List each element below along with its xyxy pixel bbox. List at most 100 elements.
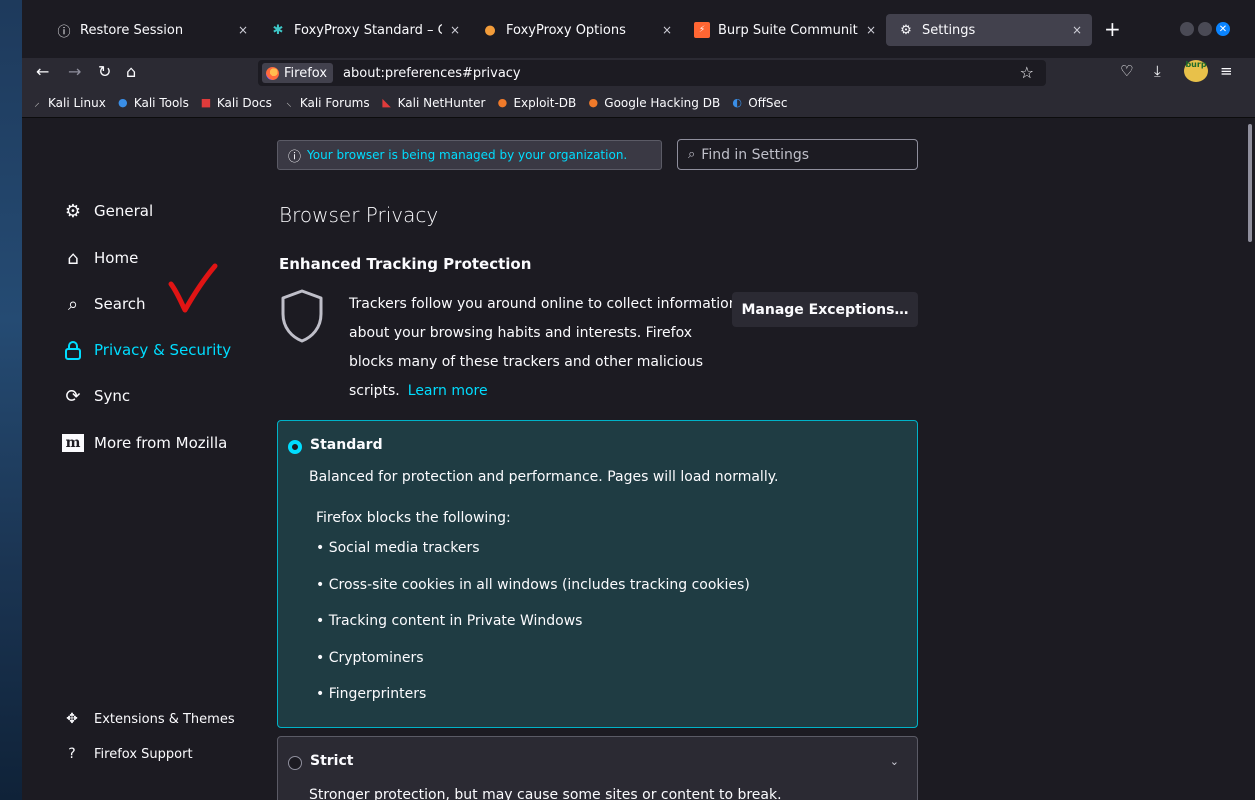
- offsec-icon: ◐: [732, 96, 742, 109]
- strict-option-card[interactable]: Strict ⌄ Stronger protection, but may ca…: [277, 736, 918, 800]
- burp-extension-icon[interactable]: burp: [1184, 60, 1208, 82]
- sidebar-item-label: Sync: [94, 387, 131, 405]
- new-tab-button[interactable]: +: [1104, 17, 1121, 41]
- find-placeholder: Find in Settings: [701, 146, 810, 163]
- tab-foxyproxy-standard[interactable]: ✱ FoxyProxy Standard – Ge ×: [258, 14, 470, 46]
- bookmark-kali-forums[interactable]: ⸜ Kali Forums: [282, 96, 370, 110]
- sidebar-item-sync[interactable]: ⟳ Sync: [62, 385, 130, 407]
- bookmark-kali-tools[interactable]: ● Kali Tools: [116, 96, 189, 110]
- sidebar-firefox-support[interactable]: ? Firefox Support: [64, 746, 193, 762]
- managed-policy-notice[interactable]: ⓘ Your browser is being managed by your …: [277, 140, 662, 170]
- etp-heading: Enhanced Tracking Protection: [279, 255, 532, 273]
- tab-label: Restore Session: [80, 22, 184, 38]
- bookmark-star-icon[interactable]: ☆: [1020, 63, 1034, 82]
- standard-radio[interactable]: [288, 440, 302, 454]
- kali-docs-icon: ■: [200, 96, 212, 109]
- bookmark-kali-docs[interactable]: ■ Kali Docs: [199, 96, 272, 110]
- list-item: Fingerprinters: [316, 683, 750, 720]
- firefox-window: ⓘ Restore Session × ✱ FoxyProxy Standard…: [22, 0, 1255, 800]
- tab-label: FoxyProxy Options: [506, 22, 626, 38]
- managed-notice-text[interactable]: Your browser is being managed by your or…: [307, 148, 627, 162]
- list-item: Cryptominers: [316, 647, 750, 684]
- sidebar-item-label: Home: [94, 249, 139, 267]
- minimize-button[interactable]: [1180, 22, 1194, 36]
- tab-strip: ⓘ Restore Session × ✱ FoxyProxy Standard…: [44, 14, 1092, 46]
- firefox-logo-icon: [266, 66, 279, 80]
- identity-label: Firefox: [284, 65, 328, 81]
- shield-icon: [281, 289, 323, 343]
- sidebar-item-home[interactable]: ⌂ Home: [62, 247, 138, 269]
- identity-box[interactable]: Firefox: [262, 63, 334, 83]
- standard-option-card[interactable]: Standard Balanced for protection and per…: [277, 420, 918, 728]
- tab-bar: ⓘ Restore Session × ✱ FoxyProxy Standard…: [22, 0, 1255, 60]
- url-text[interactable]: about:preferences#privacy: [343, 66, 521, 81]
- tab-restore-session[interactable]: ⓘ Restore Session ×: [44, 14, 258, 46]
- learn-more-link[interactable]: Learn more: [408, 383, 488, 399]
- home-icon[interactable]: ⌂: [126, 62, 136, 81]
- foxyproxy-icon: ●: [484, 22, 496, 38]
- bookmark-kali-linux[interactable]: ⸝ Kali Linux: [30, 96, 106, 110]
- page-title: Browser Privacy: [279, 203, 439, 227]
- close-icon[interactable]: ×: [866, 23, 876, 37]
- mozilla-icon: m: [62, 432, 84, 454]
- bookmarks-toolbar: ⸝ Kali Linux ● Kali Tools ■ Kali Docs ⸜ Kali…: [22, 88, 1255, 118]
- help-icon: ?: [68, 746, 76, 762]
- gear-icon: ⚙: [64, 200, 82, 222]
- bookmark-offsec[interactable]: ◐ OffSec: [730, 96, 787, 110]
- bookmark-kali-nethunter[interactable]: ◣ Kali NetHunter: [380, 96, 485, 110]
- strict-radio[interactable]: [288, 756, 302, 770]
- sidebar-footer-label: Extensions & Themes: [94, 711, 235, 727]
- tab-foxyproxy-options[interactable]: ● FoxyProxy Options ×: [470, 14, 682, 46]
- sidebar-item-label: General: [94, 202, 154, 220]
- kali-forums-icon: ⸜: [286, 96, 292, 109]
- bookmark-google-hacking-db[interactable]: ● Google Hacking DB: [586, 96, 720, 110]
- reload-icon[interactable]: ↻: [98, 62, 111, 81]
- url-bar[interactable]: Firefox about:preferences#privacy ☆: [258, 60, 1046, 86]
- sidebar-item-label: Search: [94, 295, 146, 313]
- strict-label[interactable]: Strict: [310, 753, 353, 769]
- scrollbar-thumb[interactable]: [1248, 124, 1252, 242]
- downloads-icon[interactable]: ⤓: [1154, 62, 1161, 80]
- back-arrow-icon[interactable]: ←: [36, 62, 49, 81]
- list-item: Social media trackers: [316, 537, 750, 574]
- sync-icon: ⟳: [65, 385, 81, 407]
- strict-description: Stronger protection, but may cause some …: [309, 787, 782, 800]
- sidebar-footer-label: Firefox Support: [94, 746, 193, 762]
- chevron-down-icon[interactable]: ⌄: [890, 755, 899, 768]
- sidebar-item-search[interactable]: ⌕ Search: [62, 293, 146, 315]
- burp-icon: ⚡: [694, 22, 710, 38]
- preferences-content: ⓘ Your browser is being managed by your …: [22, 118, 1255, 800]
- close-window-button[interactable]: ✕: [1216, 22, 1230, 36]
- puzzle-icon: ✥: [66, 711, 78, 727]
- tab-burp-suite[interactable]: ⚡ Burp Suite Community E ×: [682, 14, 886, 46]
- close-icon[interactable]: ×: [238, 23, 248, 37]
- close-icon[interactable]: ×: [1072, 23, 1082, 37]
- manage-exceptions-button[interactable]: Manage Exceptions…: [732, 292, 918, 327]
- tab-label: Burp Suite Community E: [718, 22, 858, 38]
- ghdb-icon: ●: [588, 96, 599, 109]
- list-item: Tracking content in Private Windows: [316, 610, 750, 647]
- info-icon: ⓘ: [288, 149, 302, 165]
- etp-description: Trackers follow you around online to col…: [349, 290, 739, 406]
- foxyproxy-icon: ✱: [272, 22, 284, 38]
- standard-label[interactable]: Standard: [310, 437, 383, 453]
- close-icon[interactable]: ×: [450, 23, 460, 37]
- sidebar-item-general[interactable]: ⚙ General: [62, 200, 153, 222]
- info-icon: ⓘ: [57, 24, 71, 40]
- sidebar-extensions-themes[interactable]: ✥ Extensions & Themes: [64, 711, 235, 727]
- pocket-icon[interactable]: ♡: [1120, 62, 1133, 80]
- sidebar-item-privacy-security[interactable]: Privacy & Security: [62, 339, 231, 361]
- sidebar-item-label: More from Mozilla: [94, 434, 228, 452]
- menu-icon[interactable]: ≡: [1220, 62, 1233, 80]
- close-icon[interactable]: ×: [662, 23, 672, 37]
- home-icon: ⌂: [67, 247, 79, 269]
- bookmark-exploit-db[interactable]: ● Exploit-DB: [495, 96, 577, 110]
- sidebar-item-more-from-mozilla[interactable]: m More from Mozilla: [62, 432, 227, 454]
- navigation-toolbar: ← → ↻ ⌂ Firefox about:preferences#privac…: [22, 58, 1255, 88]
- tab-settings[interactable]: ⚙ Settings ×: [886, 14, 1092, 46]
- find-in-settings-input[interactable]: ⌕ Find in Settings: [677, 139, 918, 170]
- standard-description: Balanced for protection and performance.…: [309, 469, 779, 485]
- desktop-background: [0, 0, 22, 800]
- forward-arrow-icon[interactable]: →: [68, 62, 81, 81]
- maximize-button[interactable]: [1198, 22, 1212, 36]
